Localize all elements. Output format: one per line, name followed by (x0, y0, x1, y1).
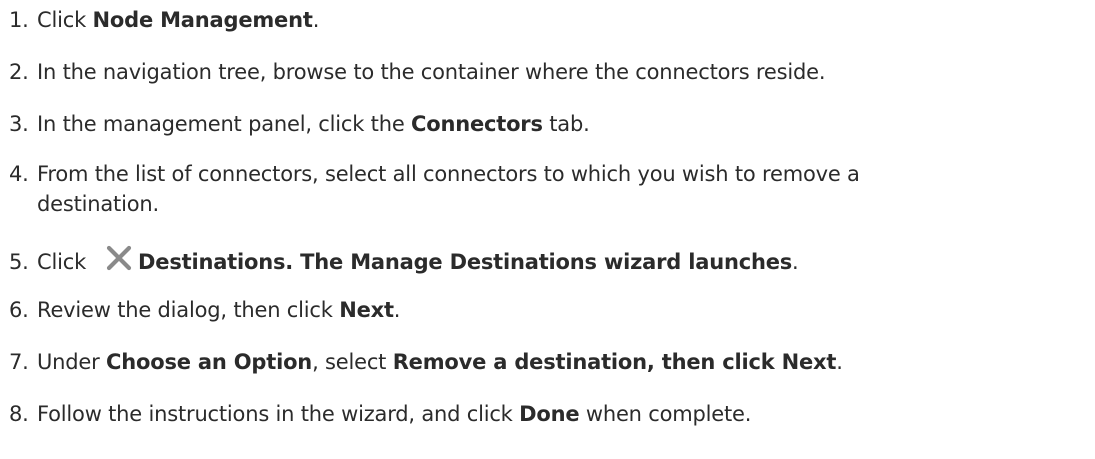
step-text: tab. (542, 112, 590, 136)
step-5: 5. Click Destinations. The Manage Destinat… (9, 245, 799, 279)
step-text: Review the dialog, then click (37, 298, 340, 322)
step-text: Click (37, 8, 93, 32)
step-4: 4. From the list of connectors, select al… (9, 159, 1089, 219)
step-number: 7. (9, 350, 29, 374)
step-text: Under (37, 350, 107, 374)
step-text: In the management panel, click the (37, 112, 412, 136)
ui-term-next: Next (339, 298, 394, 322)
step-text: . (393, 298, 401, 322)
ui-term-done: Done (519, 402, 580, 426)
instruction-steps: 1. Click Node Management. 2. In the naviga… (0, 0, 1095, 459)
ui-term-remove-destination: Remove a destination, then click Next (392, 350, 837, 374)
step-text: . (792, 250, 799, 274)
step-number: 3. (9, 112, 29, 136)
step-8: 8. Follow the instructions in the wizard,… (9, 399, 751, 429)
ui-term-node-management: Node Management (92, 8, 313, 32)
step-text: . (312, 8, 320, 32)
close-x-icon (106, 245, 132, 279)
step-number: 2. (9, 60, 29, 84)
step-text: . (836, 350, 843, 374)
step-7: 7. Under Choose an Option, select Remove … (9, 347, 843, 377)
step-text-continuation: destination. (37, 192, 159, 216)
step-text: , select (312, 350, 393, 374)
step-number: 4. (9, 162, 29, 186)
ui-term-choose-an-option: Choose an Option (106, 350, 313, 374)
step-text: Click (37, 250, 87, 274)
step-number: 1. (9, 8, 29, 32)
step-2: 2. In the navigation tree, browse to the … (9, 57, 826, 87)
step-text: In the navigation tree, browse to the co… (37, 60, 826, 84)
step-number: 6. (9, 298, 29, 322)
ui-term-connectors: Connectors (411, 112, 543, 136)
step-text: From the list of connectors, select all … (37, 162, 860, 186)
step-1: 1. Click Node Management. (9, 5, 319, 35)
step-6: 6. Review the dialog, then click Next. (9, 295, 400, 325)
step-text: when complete. (579, 402, 752, 426)
step-text: Follow the instructions in the wizard, a… (37, 402, 520, 426)
step-number: 8. (9, 402, 29, 426)
ui-term-destinations: Destinations. The Manage Destinations wi… (138, 250, 793, 274)
step-number: 5. (9, 250, 29, 274)
step-3: 3. In the management panel, click the Con… (9, 109, 590, 139)
